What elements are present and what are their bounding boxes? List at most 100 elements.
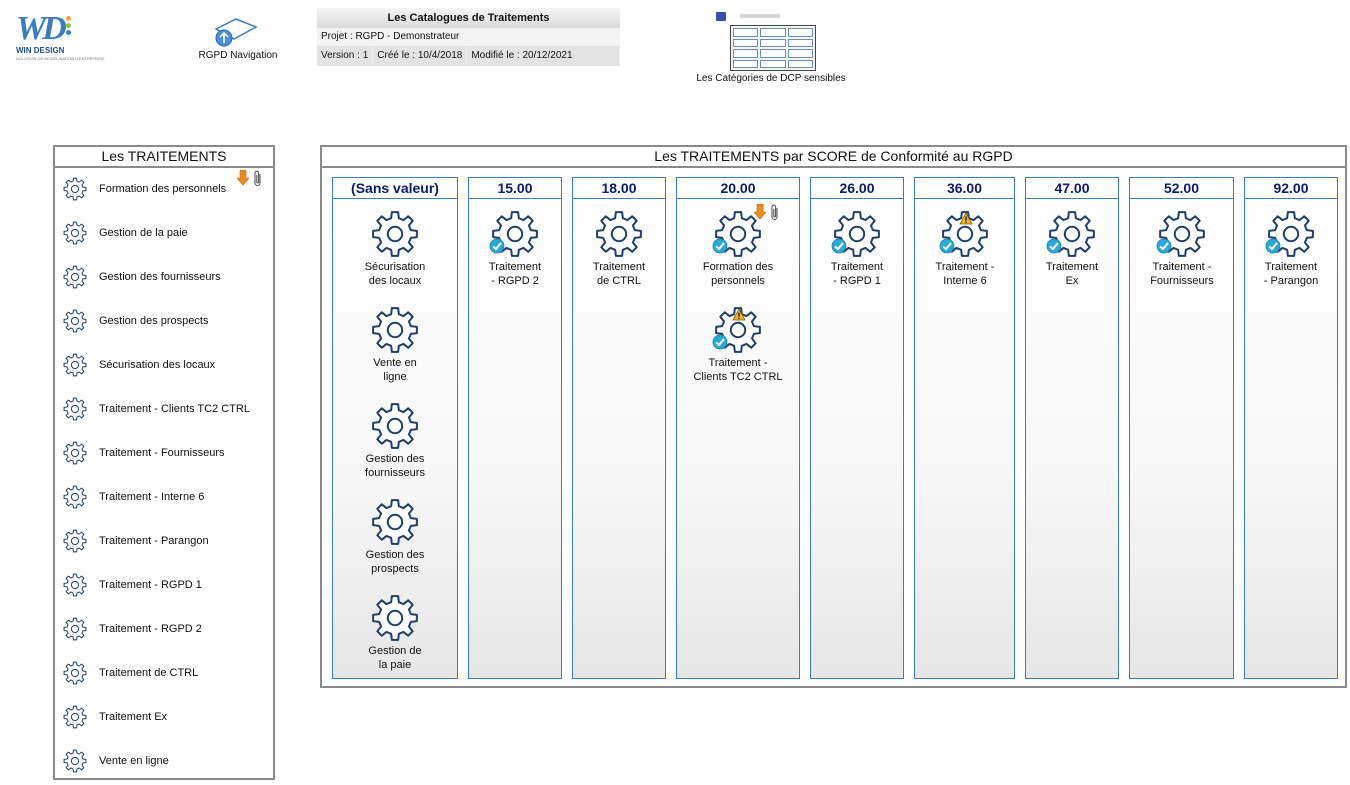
card-label-line1: Traitement — [1045, 261, 1099, 273]
card-label: Formation des personnels — [688, 260, 788, 288]
traitement-card[interactable]: Traitement - Clients TC2 CTRL — [688, 306, 788, 390]
right-panel-title: Les TRAITEMENTS par SCORE de Conformité … — [322, 147, 1345, 168]
traitement-card[interactable]: Gestion des fournisseurs — [345, 402, 445, 486]
list-item[interactable]: Traitement - Parangon — [63, 529, 268, 553]
attachment-icon — [254, 170, 261, 187]
list-item[interactable]: Gestion de la paie — [63, 221, 268, 245]
card-label-line2: fournisseurs — [365, 467, 425, 479]
traitement-name: Sécurisation des locaux — [99, 359, 216, 371]
card-label-line2: Ex — [1065, 275, 1079, 287]
card-label-line1: Traitement — [1264, 261, 1318, 273]
check-icon — [1046, 238, 1062, 254]
score-header: 20.00 — [677, 178, 799, 199]
dcp-categories-link[interactable]: Les Catégories de DCP sensibles — [686, 10, 856, 88]
traitement-name: Gestion de la paie — [99, 227, 188, 239]
traitements-list-panel: Les TRAITEMENTS Formation des personnels… — [53, 145, 275, 780]
check-icon — [1265, 238, 1281, 254]
gear-icon — [1048, 210, 1096, 263]
traitement-card[interactable]: Traitement - RGPD 1 — [807, 210, 907, 294]
list-item[interactable]: Sécurisation des locaux — [63, 353, 268, 377]
traitement-card[interactable]: Gestion de la paie — [345, 594, 445, 678]
dcp-thumb-title — [740, 14, 780, 18]
navigation-label: RGPD Navigation — [198, 50, 278, 61]
score-board-panel: Les TRAITEMENTS par SCORE de Conformité … — [320, 145, 1347, 688]
traitement-card[interactable]: Vente en ligne — [345, 306, 445, 390]
card-label-line1: Formation des — [702, 261, 774, 273]
traitement-card[interactable]: Traitement - RGPD 2 — [465, 210, 565, 294]
traitement-name: Traitement Ex — [99, 711, 168, 723]
score-header: 47.00 — [1026, 178, 1118, 199]
version-label: Version : 1 — [317, 46, 373, 66]
check-icon — [712, 238, 728, 254]
score-header: 52.00 — [1130, 178, 1233, 199]
card-label-line1: Gestion des — [365, 549, 425, 561]
traitement-card[interactable]: Traitement - Fournisseurs — [1132, 210, 1232, 294]
list-item[interactable]: Traitement - Clients TC2 CTRL — [63, 397, 268, 421]
list-item[interactable]: Traitement de CTRL — [63, 661, 268, 685]
logo-tagline: SOLUTION DE MODÉLISATION D'ENTREPRISE — [16, 56, 105, 61]
traitement-name: Traitement de CTRL — [99, 667, 199, 679]
traitement-card[interactable]: Traitement - Parangon — [1241, 210, 1341, 294]
check-icon — [489, 238, 505, 254]
logo-dots — [66, 16, 74, 38]
gear-icon — [595, 210, 643, 263]
catalogue-title: Les Catalogues de Traitements — [317, 8, 620, 28]
traitement-card[interactable]: Sécurisation des locaux — [345, 210, 445, 294]
dcp-thumbnail — [730, 25, 816, 71]
card-label-line1: Vente en — [373, 357, 417, 369]
score-column: (Sans valeur) Sécurisation des locaux Ve… — [332, 177, 458, 679]
gear-icon — [491, 210, 539, 263]
list-item[interactable]: Traitement Ex — [63, 705, 268, 729]
check-icon — [712, 334, 728, 350]
list-item[interactable]: Vente en ligne — [63, 749, 268, 773]
list-item[interactable]: Traitement - RGPD 1 — [63, 573, 268, 597]
card-label-line2: - Parangon — [1263, 275, 1319, 287]
card-label-line2: Fournisseurs — [1150, 275, 1214, 287]
list-item[interactable]: Formation des personnels — [63, 170, 268, 201]
list-item[interactable]: Gestion des prospects — [63, 309, 268, 333]
modified-date: Modifié le : 20/12/2021 — [467, 46, 619, 66]
score-header: 15.00 — [469, 178, 561, 199]
traitement-card[interactable]: Formation des personnels — [688, 204, 788, 294]
traitement-card[interactable]: Traitement Ex — [1022, 210, 1122, 294]
score-column: 52.00 Traitement - Fournisseurs — [1129, 177, 1234, 679]
traitement-card[interactable]: Traitement de CTRL — [569, 210, 669, 294]
gear-icon — [371, 210, 419, 263]
dcp-label: Les Catégories de DCP sensibles — [696, 73, 846, 84]
card-label-line2: personnels — [711, 275, 765, 287]
score-header: 26.00 — [811, 178, 903, 199]
card-label-line2: de CTRL — [596, 275, 642, 287]
project-name: Projet : RGPD - Demonstrateur — [317, 28, 620, 46]
traitement-name: Vente en ligne — [99, 755, 169, 767]
card-label-line1: Traitement - — [1152, 261, 1212, 273]
logo-brand: WIN DESIGN — [16, 46, 65, 55]
created-date: Créé le : 10/4/2018 — [373, 46, 467, 66]
list-item[interactable]: Traitement - Fournisseurs — [63, 441, 268, 465]
card-label: Traitement - RGPD 1 — [807, 260, 907, 288]
gear-icon — [1267, 210, 1315, 263]
catalogue-meta: Version : 1 Créé le : 10/4/2018 Modifié … — [317, 46, 620, 66]
check-icon — [831, 238, 847, 254]
check-icon — [1156, 238, 1172, 254]
rgpd-navigation-link[interactable]: RGPD Navigation — [190, 17, 286, 65]
dcp-small-icon — [716, 12, 726, 21]
warning-icon — [959, 212, 973, 230]
item-badges — [754, 204, 784, 224]
card-label: Traitement de CTRL — [569, 260, 669, 288]
warning-icon — [732, 308, 746, 326]
windesign-logo: WD WIN DESIGN SOLUTION DE MODÉLISATION D… — [14, 10, 104, 62]
card-label: Traitement - Fournisseurs — [1132, 260, 1232, 288]
score-header: (Sans valeur) — [333, 178, 457, 199]
list-item[interactable]: Traitement - RGPD 2 — [63, 617, 268, 641]
traitement-card[interactable]: Traitement - Interne 6 — [915, 210, 1015, 294]
card-label-line1: Traitement — [592, 261, 646, 273]
card-label: Traitement - Interne 6 — [915, 260, 1015, 288]
card-label-line1: Gestion des — [365, 453, 425, 465]
card-label-line1: Traitement — [830, 261, 884, 273]
list-item[interactable]: Traitement - Interne 6 — [63, 485, 268, 509]
score-column: 26.00 Traitement - RGPD 1 — [810, 177, 904, 679]
score-column: 15.00 Traitement - RGPD 2 — [468, 177, 562, 679]
traitement-card[interactable]: Gestion des prospects — [345, 498, 445, 582]
list-item[interactable]: Gestion des fournisseurs — [63, 265, 268, 289]
card-label-line2: prospects — [371, 563, 419, 575]
